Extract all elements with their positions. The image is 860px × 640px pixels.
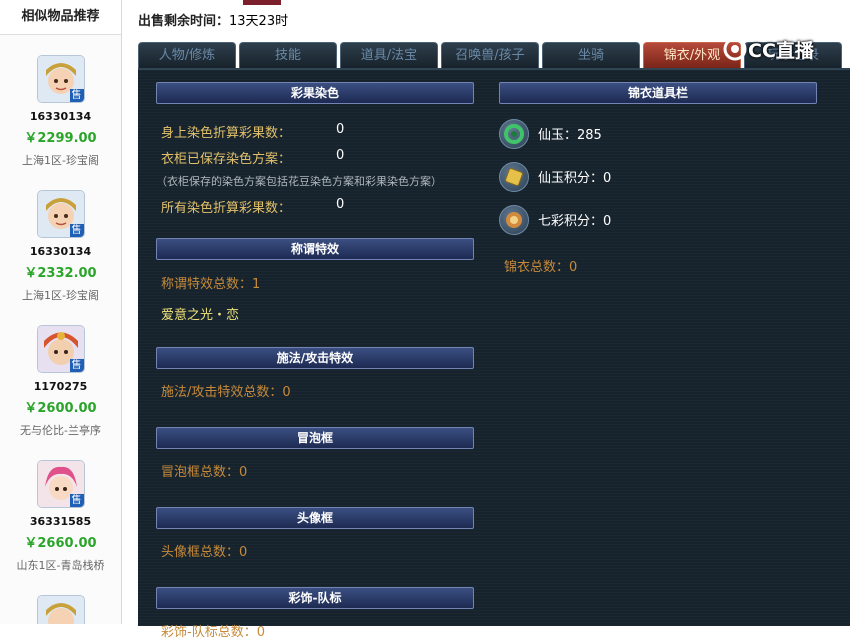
jade-icon <box>499 119 529 149</box>
character-avatar[interactable]: 售 <box>36 460 85 508</box>
item-price: ￥2600.00 <box>24 401 97 416</box>
for-sale-badge: 售 <box>69 494 84 507</box>
for-sale-badge: 售 <box>69 224 84 237</box>
recommend-item[interactable] <box>0 595 121 624</box>
body-dye-label: 身上染色折算彩果数： <box>161 126 292 141</box>
appearance-panel: 彩果染色 身上染色折算彩果数： 0 衣柜已保存染色方案： 0 （衣柜保存的染色方… <box>138 68 850 640</box>
bubble-frame-section-header: 冒泡框 <box>156 427 474 449</box>
recommend-item[interactable]: 售 36331585 ￥2660.00 山东1区-青岛栈桥 <box>0 460 121 573</box>
bubble-frame-total: 冒泡框总数：0 <box>161 465 248 480</box>
character-portrait-icon <box>37 596 84 624</box>
item-server: 上海1区-珍宝阁 <box>22 154 99 167</box>
cc-logo-icon <box>723 37 747 61</box>
jade-amount: 仙玉：285 <box>538 128 602 143</box>
sale-remaining-time: 出售剩余时间：13天23时 <box>138 10 288 29</box>
wardrobe-dye-label: 衣柜已保存染色方案： <box>161 152 292 167</box>
recommend-item[interactable]: 售 16330134 ￥2332.00 上海1区-珍宝阁 <box>0 190 121 303</box>
title-effect-section-header: 称谓特效 <box>156 238 474 260</box>
sidebar-title: 相似物品推荐 <box>0 0 121 35</box>
rainbow-points-icon <box>499 205 529 235</box>
tab-items[interactable]: 道具/法宝 <box>340 42 438 68</box>
item-price: ￥2332.00 <box>24 266 97 281</box>
tab-skills[interactable]: 技能 <box>239 42 337 68</box>
item-id: 16330134 <box>29 245 92 258</box>
header-accent-bar <box>243 0 281 5</box>
wardrobe-dye-note: （衣柜保存的染色方案包括花豆染色方案和彩果染色方案） <box>156 175 442 188</box>
item-id: 1170275 <box>33 380 88 393</box>
wardrobe-dye-value: 0 <box>336 148 345 163</box>
dye-section-header: 彩果染色 <box>156 82 474 104</box>
all-dye-value: 0 <box>336 197 345 212</box>
item-server: 山东1区-青岛栈桥 <box>16 559 105 572</box>
item-server: 上海1区-珍宝阁 <box>22 289 99 302</box>
body-dye-value: 0 <box>336 122 345 137</box>
jade-points-icon <box>499 162 529 192</box>
cast-effect-section-header: 施法/攻击特效 <box>156 347 474 369</box>
team-mark-section-header: 彩饰-队标 <box>156 587 474 609</box>
sale-time-value: 13天23时 <box>229 14 289 29</box>
tab-character[interactable]: 人物/修炼 <box>138 42 236 68</box>
all-dye-label: 所有染色折算彩果数： <box>161 201 292 216</box>
avatar-frame-total: 头像框总数：0 <box>161 545 248 560</box>
item-id: 16330134 <box>29 110 92 123</box>
avatar-frame-section-header: 头像框 <box>156 507 474 529</box>
tab-pets[interactable]: 召唤兽/孩子 <box>441 42 539 68</box>
for-sale-badge: 售 <box>69 89 84 102</box>
recommend-item[interactable]: 售 1170275 ￥2600.00 无与伦比-兰亭序 <box>0 325 121 438</box>
title-effect-item: 爱意之光・恋 <box>161 308 240 323</box>
item-price: ￥2299.00 <box>24 131 97 146</box>
title-effect-total: 称谓特效总数：1 <box>161 277 261 292</box>
item-price: ￥2660.00 <box>24 536 97 551</box>
for-sale-badge: 售 <box>69 359 84 372</box>
similar-items-sidebar: 相似物品推荐 售 16330134 ￥2299.00 上海1区-珍宝阁 售 16… <box>0 0 122 624</box>
rainbow-points: 七彩积分：0 <box>538 214 612 229</box>
sale-time-label: 出售剩余时间： <box>138 14 230 29</box>
item-server: 无与伦比-兰亭序 <box>20 424 101 437</box>
cast-effect-total: 施法/攻击特效总数：0 <box>161 385 291 400</box>
item-id: 36331585 <box>29 515 92 528</box>
character-avatar[interactable]: 售 <box>36 325 85 373</box>
jade-points: 仙玉积分：0 <box>538 171 612 186</box>
cc-live-watermark: CC直播 <box>722 34 840 62</box>
recommend-item[interactable]: 售 16330134 ￥2299.00 上海1区-珍宝阁 <box>0 55 121 168</box>
tab-mounts[interactable]: 坐骑 <box>542 42 640 68</box>
wardrobe-total: 锦衣总数：0 <box>504 260 578 275</box>
character-avatar[interactable]: 售 <box>36 190 85 238</box>
character-avatar[interactable]: 售 <box>36 55 85 103</box>
wardrobe-bar-section-header: 锦衣道具栏 <box>499 82 817 104</box>
character-avatar[interactable] <box>36 595 85 624</box>
watermark-text: CC直播 <box>748 40 814 62</box>
